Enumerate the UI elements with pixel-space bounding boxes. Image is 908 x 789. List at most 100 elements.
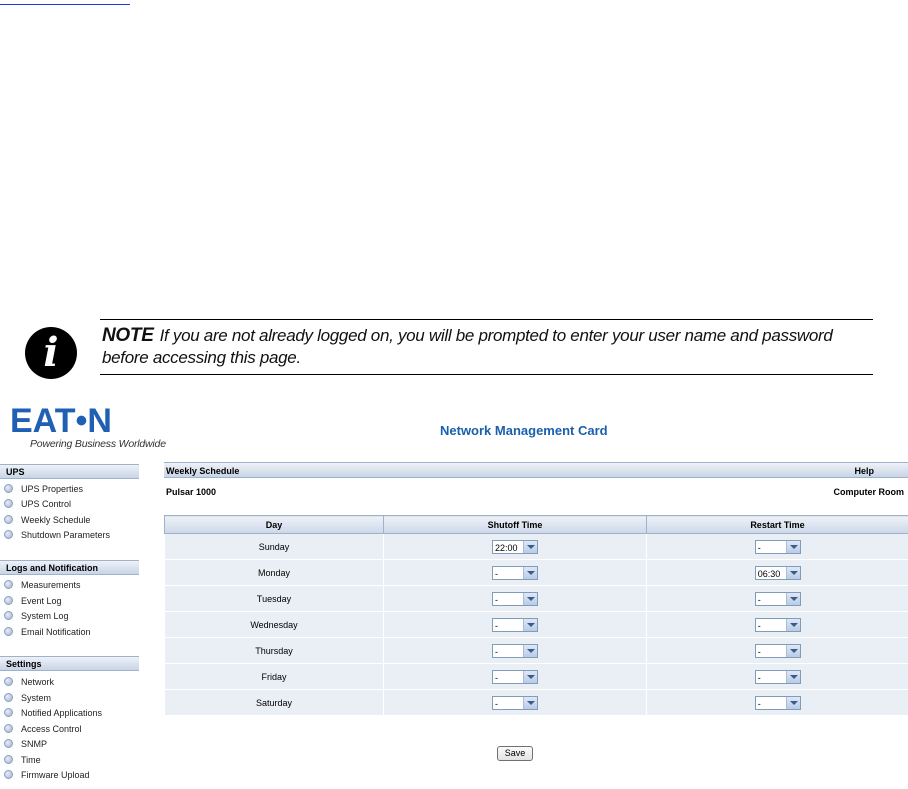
restart-cell: - [646, 533, 908, 560]
note-bottom-rule [100, 374, 873, 375]
column-header-day: Day [164, 515, 384, 534]
shutoff-time-select[interactable]: - [492, 669, 538, 684]
bullet-icon [4, 580, 13, 589]
shutoff-cell: - [383, 585, 647, 612]
bullet-icon [4, 499, 13, 508]
note-block: NOTE If you are not already logged on, yo… [102, 325, 872, 369]
select-value: - [757, 672, 761, 683]
note-text: If you are not already logged on, you wi… [102, 326, 833, 367]
column-header-shutoff: Shutoff Time [383, 515, 647, 534]
sidebar-item-label: Event Log [21, 596, 62, 606]
bullet-icon [4, 724, 13, 733]
sidebar-item-label: Access Control [21, 724, 82, 734]
sidebar-item-event-log[interactable]: Event Log [4, 594, 62, 608]
bullet-icon [4, 484, 13, 493]
bullet-icon [4, 677, 13, 686]
select-value: 06:30 [757, 568, 781, 579]
sidebar-item-label: Measurements [21, 580, 81, 590]
sidebar-item-firmware-upload[interactable]: Firmware Upload [4, 768, 90, 782]
sidebar-item-time[interactable]: Time [4, 753, 41, 767]
sidebar-item-label: Time [21, 755, 41, 765]
chevron-down-icon[interactable] [785, 592, 800, 605]
shutoff-time-select[interactable]: - [492, 643, 538, 658]
sidebar-item-email-notification[interactable]: Email Notification [4, 625, 91, 639]
table-header-row: Day Shutoff Time Restart Time [164, 515, 908, 534]
select-value: - [495, 672, 498, 683]
app-title: Network Management Card [440, 423, 608, 438]
chevron-down-icon[interactable] [523, 566, 537, 579]
chevron-down-icon[interactable] [785, 644, 800, 657]
help-link[interactable]: Help [854, 463, 874, 479]
restart-cell: - [646, 585, 908, 612]
sidebar-item-ups-control[interactable]: UPS Control [4, 497, 71, 511]
device-location: Computer Room [833, 487, 905, 497]
bullet-icon [4, 627, 13, 636]
table-row: Thursday - - [164, 637, 908, 664]
sidebar-item-notified-applications[interactable]: Notified Applications [4, 706, 102, 720]
note-label: NOTE [102, 325, 154, 346]
select-value: - [495, 698, 498, 709]
page-header-bar: Weekly Schedule Help [164, 462, 908, 478]
bullet-icon [4, 739, 13, 748]
chevron-down-icon[interactable] [785, 670, 800, 683]
chevron-down-icon[interactable] [523, 540, 537, 553]
table-row: Saturday - - [164, 689, 908, 716]
day-cell: Friday [164, 663, 384, 690]
chevron-down-icon[interactable] [523, 696, 537, 709]
sidebar-item-snmp[interactable]: SNMP [4, 737, 47, 751]
chevron-down-icon[interactable] [523, 670, 537, 683]
table-row: Monday - 06:30 [164, 559, 908, 586]
bullet-icon [4, 530, 13, 539]
sidebar-item-weekly-schedule[interactable]: Weekly Schedule [4, 513, 90, 527]
select-value: - [757, 542, 761, 553]
select-value: - [495, 568, 498, 579]
sidebar-item-system[interactable]: System [4, 691, 51, 705]
restart-time-select[interactable]: 06:30 [754, 565, 801, 580]
restart-cell: - [646, 663, 908, 690]
shutoff-cell: - [383, 611, 647, 638]
shutoff-time-select[interactable]: - [492, 565, 538, 580]
device-name: Pulsar 1000 [166, 487, 217, 497]
shutoff-time-select[interactable]: - [492, 617, 538, 632]
restart-time-select[interactable]: - [754, 695, 801, 710]
day-cell: Tuesday [164, 585, 384, 612]
chevron-down-icon[interactable] [785, 696, 800, 709]
chevron-down-icon[interactable] [523, 644, 537, 657]
sidebar-item-system-log[interactable]: System Log [4, 609, 69, 623]
sidebar-item-label: Shutdown Parameters [21, 530, 111, 540]
restart-time-select[interactable]: - [754, 539, 801, 554]
select-value: - [495, 646, 498, 657]
save-button[interactable]: Save [497, 746, 533, 761]
sidebar-item-network[interactable]: Network [4, 675, 54, 689]
shutoff-cell: - [383, 637, 647, 664]
column-header-restart: Restart Time [646, 515, 908, 534]
chevron-down-icon[interactable] [785, 540, 800, 553]
chevron-down-icon[interactable] [785, 566, 800, 579]
sidebar-item-measurements[interactable]: Measurements [4, 578, 81, 592]
page-title: Weekly Schedule [166, 466, 240, 476]
restart-time-select[interactable]: - [754, 591, 801, 606]
sidebar-item-ups-properties[interactable]: UPS Properties [4, 482, 83, 496]
restart-time-select[interactable]: - [754, 617, 801, 632]
select-value: - [495, 594, 498, 605]
shutoff-time-select[interactable]: - [492, 591, 538, 606]
top-link-underline[interactable] [0, 4, 130, 5]
chevron-down-icon[interactable] [523, 592, 537, 605]
restart-time-select[interactable]: - [754, 643, 801, 658]
sidebar-item-label: Weekly Schedule [21, 515, 91, 525]
day-cell: Wednesday [164, 611, 384, 638]
shutoff-time-select[interactable]: - [492, 695, 538, 710]
info-icon: i [25, 327, 77, 379]
restart-cell: - [646, 637, 908, 664]
sidebar-item-label: Network [21, 677, 55, 687]
shutoff-cell: - [383, 559, 647, 586]
select-value: - [757, 620, 761, 631]
restart-cell: - [646, 689, 908, 716]
restart-time-select[interactable]: - [754, 669, 801, 684]
table-row: Tuesday - - [164, 585, 908, 612]
sidebar-item-shutdown-parameters[interactable]: Shutdown Parameters [4, 528, 110, 542]
chevron-down-icon[interactable] [523, 618, 537, 631]
shutoff-time-select[interactable]: 22:00 [492, 539, 538, 554]
chevron-down-icon[interactable] [785, 618, 800, 631]
sidebar-item-access-control[interactable]: Access Control [4, 722, 82, 736]
